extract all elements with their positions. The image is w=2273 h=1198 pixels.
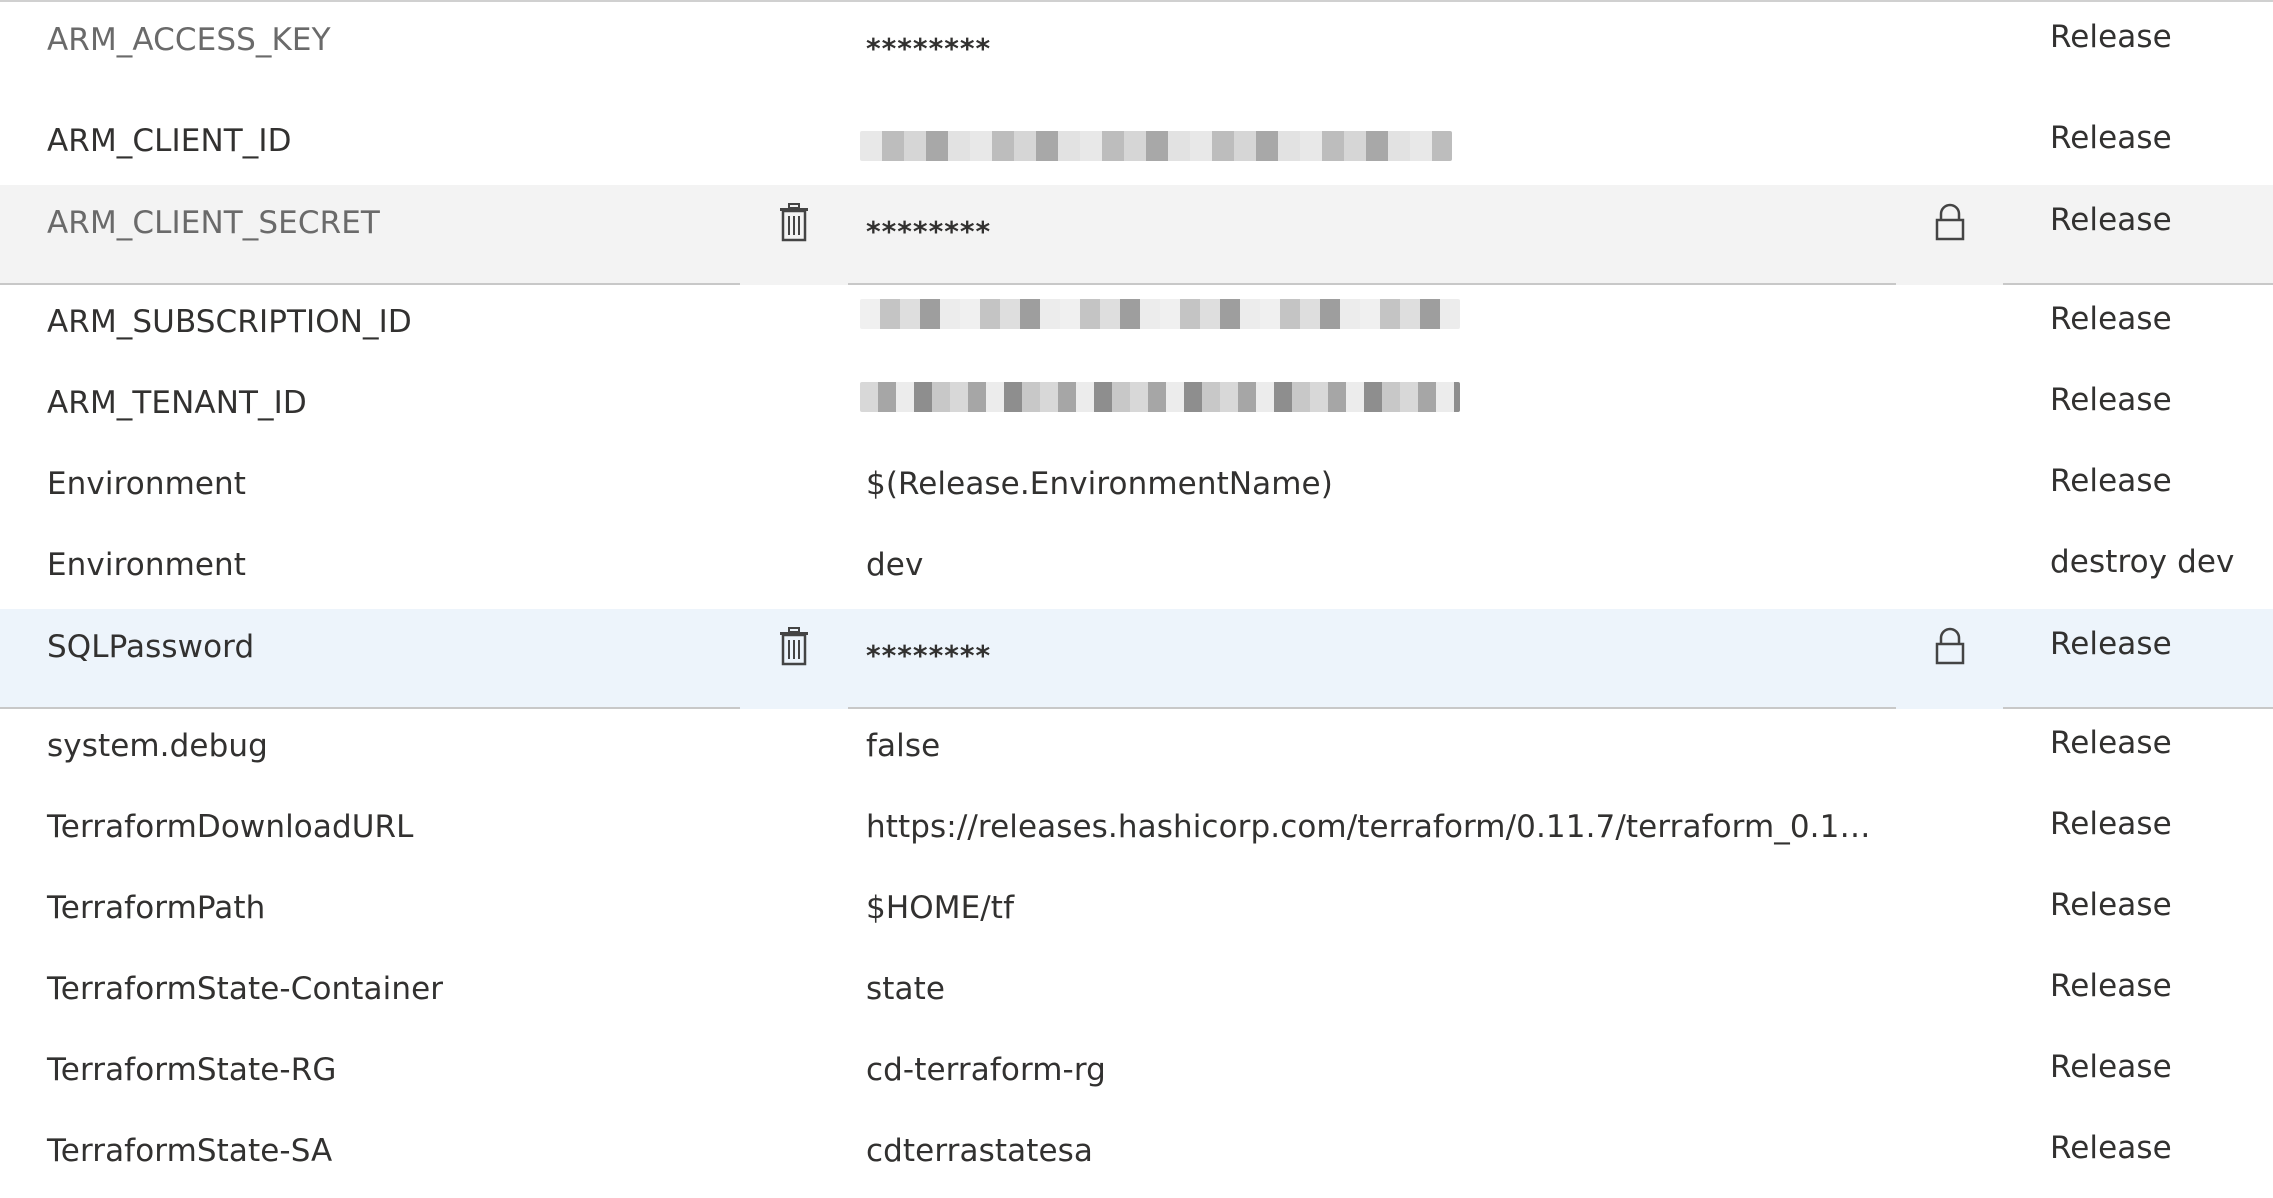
lock-icon[interactable]: [1932, 202, 1968, 242]
variable-name[interactable]: ARM_SUBSCRIPTION_ID: [47, 304, 412, 340]
variable-row-hovered[interactable]: ARM_CLIENT_SECRET ******** Release: [0, 185, 2273, 285]
variable-value[interactable]: cdterrastatesa: [866, 1133, 1093, 1169]
variable-name[interactable]: SQLPassword: [47, 629, 254, 665]
variable-value[interactable]: $HOME/tf: [866, 890, 1014, 926]
variable-scope[interactable]: Release: [2050, 463, 2172, 499]
variable-row[interactable]: TerraformState-SA cdterrastatesa Release: [0, 1114, 2273, 1198]
variable-name[interactable]: Environment: [47, 547, 246, 583]
variable-row[interactable]: ARM_TENANT_ID Release: [0, 366, 2273, 447]
variable-value-masked[interactable]: ********: [866, 215, 991, 248]
lock-icon[interactable]: [1932, 626, 1968, 666]
variable-value-masked[interactable]: ********: [866, 639, 991, 672]
variable-row[interactable]: TerraformState-Container state Release: [0, 952, 2273, 1033]
variable-value[interactable]: dev: [866, 547, 923, 583]
redacted-value[interactable]: [860, 131, 1452, 161]
variable-value[interactable]: cd-terraform-rg: [866, 1052, 1106, 1088]
variable-name[interactable]: ARM_CLIENT_SECRET: [47, 205, 380, 241]
variable-value[interactable]: false: [866, 728, 940, 764]
variable-name[interactable]: TerraformState-SA: [47, 1133, 332, 1169]
trash-icon[interactable]: [776, 202, 812, 242]
variable-name[interactable]: system.debug: [47, 728, 268, 764]
redacted-value[interactable]: [860, 382, 1460, 412]
variable-scope[interactable]: Release: [2050, 382, 2172, 418]
variable-name[interactable]: TerraformDownloadURL: [47, 809, 414, 845]
pipeline-variables-table: ARM_ACCESS_KEY ******** Release ARM_CLIE…: [0, 0, 2273, 1198]
variable-scope[interactable]: destroy dev: [2050, 544, 2234, 580]
trash-icon[interactable]: [776, 626, 812, 666]
redacted-value[interactable]: [860, 299, 1460, 329]
variable-row[interactable]: TerraformPath $HOME/tf Release: [0, 871, 2273, 952]
variable-name[interactable]: ARM_ACCESS_KEY: [47, 22, 331, 58]
variable-scope[interactable]: Release: [2050, 725, 2172, 761]
variable-row-selected[interactable]: SQLPassword ******** Release: [0, 609, 2273, 709]
variable-row[interactable]: TerraformDownloadURL https://releases.ha…: [0, 790, 2273, 871]
variable-row[interactable]: system.debug false Release: [0, 709, 2273, 790]
variable-scope[interactable]: Release: [2050, 202, 2172, 238]
variable-name[interactable]: TerraformState-Container: [47, 971, 443, 1007]
variable-row[interactable]: Environment dev destroy dev: [0, 528, 2273, 609]
variable-scope[interactable]: Release: [2050, 1049, 2172, 1085]
variable-row[interactable]: Environment $(Release.EnvironmentName) R…: [0, 447, 2273, 528]
variable-scope[interactable]: Release: [2050, 806, 2172, 842]
variable-scope[interactable]: Release: [2050, 301, 2172, 337]
variable-row[interactable]: ARM_SUBSCRIPTION_ID Release: [0, 285, 2273, 366]
variable-name[interactable]: ARM_TENANT_ID: [47, 385, 307, 421]
variable-value[interactable]: https://releases.hashicorp.com/terraform…: [866, 809, 1876, 845]
variable-scope[interactable]: Release: [2050, 968, 2172, 1004]
variable-scope[interactable]: Release: [2050, 887, 2172, 923]
variable-value[interactable]: state: [866, 971, 945, 1007]
variable-scope[interactable]: Release: [2050, 19, 2172, 55]
variable-scope[interactable]: Release: [2050, 1130, 2172, 1166]
variable-scope[interactable]: Release: [2050, 120, 2172, 156]
variable-name[interactable]: TerraformPath: [47, 890, 265, 926]
variable-scope[interactable]: Release: [2050, 626, 2172, 662]
variable-name[interactable]: Environment: [47, 466, 246, 502]
variable-name[interactable]: TerraformState-RG: [47, 1052, 336, 1088]
variable-value[interactable]: $(Release.EnvironmentName): [866, 466, 1333, 502]
variable-value-masked[interactable]: ********: [866, 32, 991, 65]
variable-row[interactable]: ARM_CLIENT_ID Release: [0, 103, 2273, 184]
variable-row[interactable]: ARM_ACCESS_KEY ******** Release: [0, 2, 2273, 83]
variable-name[interactable]: ARM_CLIENT_ID: [47, 123, 292, 159]
variable-row[interactable]: TerraformState-RG cd-terraform-rg Releas…: [0, 1033, 2273, 1114]
